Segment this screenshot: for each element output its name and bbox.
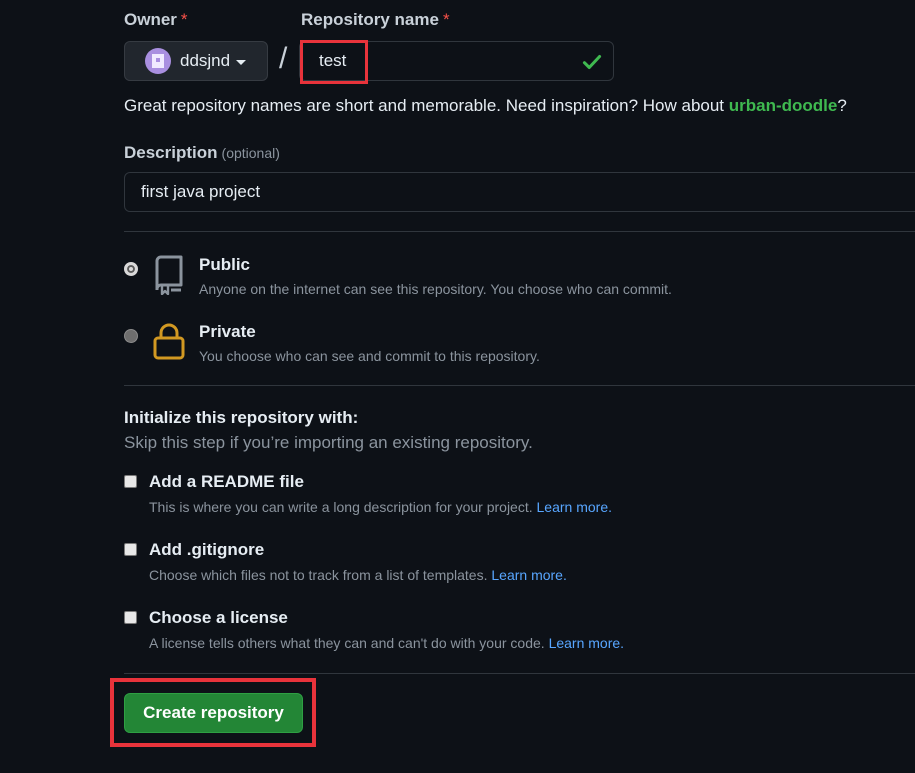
description-input[interactable] [125,173,915,211]
init-section-title: Initialize this repository with: [124,408,359,427]
private-title: Private [199,322,256,341]
repo-name-field[interactable] [299,41,614,81]
owner-label: Owner * [124,10,188,29]
private-desc: You choose who can see and commit to thi… [199,348,540,364]
divider [124,385,915,386]
gitignore-title: Add .gitignore [149,540,265,559]
create-repo-form: Owner* Repository name* ddsjnd / Great r… [0,0,915,773]
owner-repo-separator: / [279,42,288,75]
license-checkbox[interactable] [124,611,137,624]
public-radio[interactable] [124,262,138,276]
check-icon [582,54,602,70]
gitignore-desc: Choose which files not to track from a l… [149,567,567,583]
gitignore-learn-more-link[interactable]: Learn more. [491,567,566,583]
create-repository-button[interactable]: Create repository [124,693,303,733]
public-desc: Anyone on the internet can see this repo… [199,281,672,297]
required-mark: * [180,10,188,29]
required-mark: * [442,10,450,29]
readme-learn-more-link[interactable]: Learn more. [537,499,612,515]
divider [124,231,915,232]
repo-book-icon [155,255,183,295]
optional-tag: (optional) [221,145,280,161]
lock-icon [153,323,185,360]
readme-desc: This is where you can write a long descr… [149,499,612,515]
license-desc: A license tells others what they can and… [149,635,625,651]
chevron-down-icon [236,59,247,65]
description-label: Description (optional) [124,143,280,162]
description-field[interactable] [124,172,915,212]
repo-name-input[interactable] [300,42,613,80]
license-learn-more-link[interactable]: Learn more. [549,635,624,651]
repo-name-hint: Great repository names are short and mem… [124,96,847,115]
repo-name-label: Repository name * [301,10,450,29]
owner-dropdown[interactable]: ddsjnd [124,41,268,81]
avatar [145,48,171,74]
readme-title: Add a README file [149,472,304,491]
gitignore-checkbox[interactable] [124,543,137,556]
divider [124,673,915,674]
readme-checkbox[interactable] [124,475,137,488]
name-suggestion-link[interactable]: urban-doodle [729,96,838,115]
owner-name: ddsjnd [180,51,231,70]
init-section-subtitle: Skip this step if you’re importing an ex… [124,433,533,452]
license-title: Choose a license [149,608,288,627]
private-radio[interactable] [124,329,138,343]
public-title: Public [199,255,251,274]
